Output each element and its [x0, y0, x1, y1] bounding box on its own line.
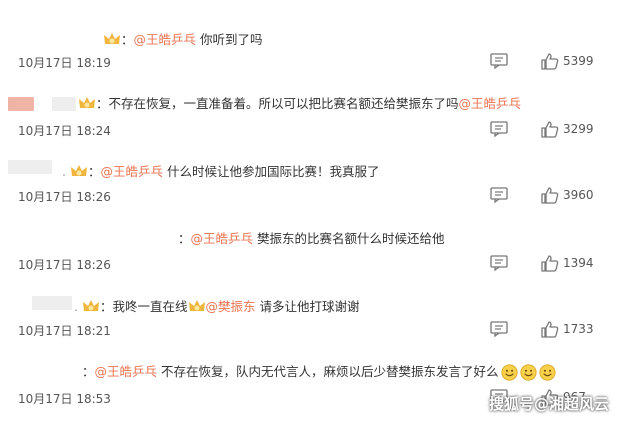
crown-badge-icon: [104, 33, 120, 44]
smile-emoji-icon: [500, 364, 518, 381]
comment-5-text: . ：我咚一直在线 @樊振东 请多让他打球谢谢: [74, 299, 360, 314]
crown-badge-icon: [82, 300, 99, 311]
smile-emoji-icon: [519, 364, 537, 381]
thumbs-up-icon[interactable]: [541, 52, 559, 70]
like-count: 5399: [563, 54, 594, 68]
redacted-username: [8, 97, 34, 111]
watermark: 搜狐号@湘超风云: [488, 395, 609, 413]
comment-1-text: ：@王皓乒乓 你听到了吗: [103, 32, 263, 48]
comment-date: 10月17日 18:21: [18, 324, 111, 338]
comment-date: 10月17日 18:53: [18, 392, 111, 406]
comment-text: 什么时候让他参加国际比赛！我真服了: [166, 164, 380, 179]
reply-icon[interactable]: [490, 321, 508, 337]
mention-link[interactable]: @王皓乒乓: [191, 231, 254, 246]
thumbs-up-icon[interactable]: [541, 254, 559, 272]
comment-2-text: ：不存在恢复，一直准备着。所以可以把比赛名额还给樊振东了吗@王皓乒乓: [78, 96, 521, 112]
comment-text: 樊振东的比赛名额什么时候还给他: [257, 231, 445, 246]
reply-icon[interactable]: [490, 187, 508, 203]
colon: ：: [96, 96, 109, 111]
mention-link[interactable]: @王皓乒乓: [95, 364, 158, 379]
comment-3-text: . ：@王皓乒乓 什么时候让他参加国际比赛！我真服了: [62, 164, 380, 179]
crown-badge-icon: [70, 165, 87, 176]
like-count: 3299: [563, 122, 594, 136]
comment-text-2: 请多让他打球谢谢: [259, 299, 360, 314]
mention-link[interactable]: @王皓乒乓: [134, 32, 197, 47]
redacted-username: [32, 296, 72, 310]
like-count: 1394: [563, 256, 594, 270]
comment-text: 不存在恢复，队内无代言人，麻烦以后少替樊振东发言了好么: [161, 364, 499, 379]
comment-date: 10月17日 18:24: [18, 124, 111, 138]
mention-link[interactable]: @王皓乒乓: [100, 164, 163, 179]
reply-icon[interactable]: [490, 53, 508, 69]
smile-emoji-icon: [538, 364, 556, 381]
comment-date: 10月17日 18:26: [18, 258, 111, 272]
like-count: 3960: [563, 188, 594, 202]
reply-icon[interactable]: [490, 121, 508, 137]
comment-date: 10月17日 18:19: [18, 56, 111, 70]
colon: ：: [178, 231, 191, 246]
comment-date: 10月17日 18:26: [18, 190, 111, 204]
colon: ：: [82, 364, 95, 379]
comment-6-text: ：@王皓乒乓 不存在恢复，队内无代言人，麻烦以后少替樊振东发言了好么: [82, 364, 556, 381]
thumbs-up-icon[interactable]: [541, 186, 559, 204]
comment-4-text: ：@王皓乒乓 樊振东的比赛名额什么时候还给他: [178, 231, 445, 247]
comment-text: 我咚一直在线: [112, 299, 188, 314]
colon: ：: [99, 299, 113, 314]
like-count: 1733: [563, 322, 594, 336]
redacted-username: [8, 160, 52, 174]
crown-badge-icon: [188, 300, 205, 311]
thumbs-up-icon[interactable]: [541, 120, 559, 138]
colon: ：: [121, 32, 134, 47]
colon: ：: [87, 164, 101, 179]
comment-text: 你听到了吗: [200, 32, 263, 47]
comment-text: 不存在恢复，一直准备着。所以可以把比赛名额还给樊振东了吗: [108, 96, 459, 111]
redacted-username: [52, 97, 76, 111]
reply-icon[interactable]: [490, 255, 508, 271]
crown-badge-icon: [79, 97, 95, 108]
mention-link[interactable]: @樊振东: [206, 299, 256, 314]
mention-link[interactable]: @王皓乒乓: [459, 96, 522, 111]
thumbs-up-icon[interactable]: [541, 320, 559, 338]
